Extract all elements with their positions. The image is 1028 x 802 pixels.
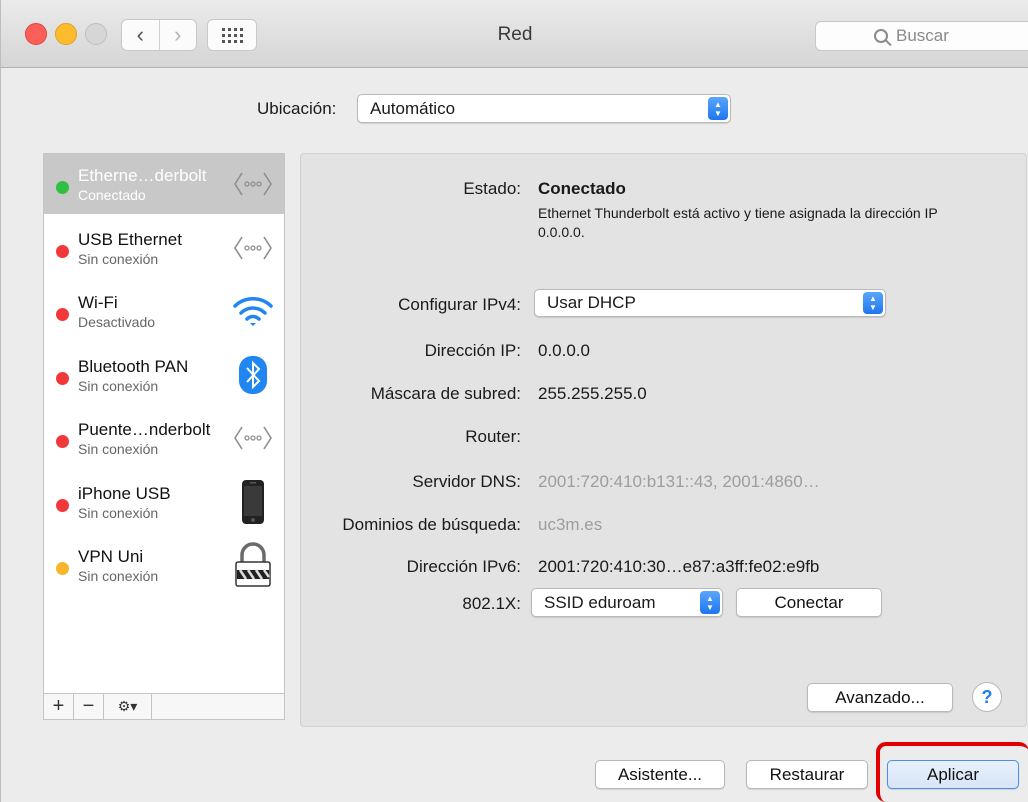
- service-name: VPN Uni: [78, 547, 144, 566]
- service-status: Sin conexión: [78, 504, 159, 521]
- ethernet-icon: [230, 226, 276, 270]
- advanced-button[interactable]: Avanzado...: [807, 683, 953, 712]
- popup-arrows-icon: ▲ ▼: [700, 591, 720, 614]
- network-preferences-window: ‹ › Red Buscar Ubicación: Automático ▲ ▼ …: [0, 0, 1028, 802]
- service-list: Etherne…derbolt Conectado USB Ethernet Sin …: [43, 153, 285, 694]
- service-status: Sin conexión: [78, 377, 159, 394]
- dns-server-value: 2001:720:410:b131::43, 2001:4860…: [538, 472, 820, 491]
- location-popup[interactable]: Automático ▲ ▼: [357, 94, 731, 123]
- service-status: Desactivado: [78, 314, 156, 330]
- subnet-mask-label: Máscara de subred:: [370, 384, 521, 403]
- location-value: Automático: [370, 98, 456, 118]
- service-name: Puente…nderbolt: [78, 420, 211, 439]
- action-menu-button[interactable]: ⚙︎▾: [104, 694, 152, 719]
- location-label: Ubicación:: [257, 99, 337, 118]
- ethernet-icon: [230, 162, 276, 206]
- lock-icon: [230, 542, 276, 587]
- dot1x-label: 802.1X:: [462, 594, 521, 613]
- status-dot: [56, 498, 69, 512]
- gear-icon: ⚙︎▾: [117, 698, 138, 714]
- search-placeholder: Buscar: [896, 26, 949, 45]
- dot1x-popup[interactable]: SSID eduroam ▲ ▼: [531, 588, 723, 617]
- ip-address-label: Dirección IP:: [424, 341, 521, 360]
- popup-arrows-icon: ▲ ▼: [863, 292, 883, 314]
- status-dot: [56, 244, 69, 258]
- revert-button[interactable]: Restaurar: [746, 760, 868, 789]
- ethernet-icon: [230, 416, 276, 460]
- service-status: Conectado: [78, 187, 146, 203]
- ip-address-value: 0.0.0.0: [538, 341, 590, 360]
- assistant-button[interactable]: Asistente...: [595, 760, 725, 789]
- service-status: Sin conexión: [78, 568, 159, 584]
- search-icon: [874, 29, 888, 43]
- service-item[interactable]: Wi-Fi Desactivado: [44, 281, 284, 341]
- plus-icon: +: [52, 695, 65, 717]
- dot1x-value: SSID eduroam: [544, 592, 656, 612]
- service-item[interactable]: Etherne…derbolt Conectado: [44, 154, 284, 214]
- ipv6-address-label: Dirección IPv6:: [406, 557, 521, 576]
- status-dot: [56, 308, 69, 321]
- configure-ipv4-label: Configurar IPv4:: [398, 295, 521, 314]
- service-name: USB Ethernet: [78, 229, 182, 249]
- add-service-button[interactable]: +: [44, 694, 74, 719]
- service-name: Etherne…derbolt: [78, 166, 207, 185]
- service-list-toolbar: + − ⚙︎▾: [43, 694, 285, 720]
- service-item[interactable]: Bluetooth PAN Sin conexión: [44, 345, 284, 405]
- help-button[interactable]: ?: [972, 682, 1002, 712]
- service-name: Wi-Fi: [78, 293, 118, 312]
- status-value: Conectado: [538, 179, 626, 198]
- service-item[interactable]: iPhone USB Sin conexión: [44, 472, 284, 532]
- service-name: iPhone USB: [78, 483, 171, 503]
- iphone-icon: [230, 479, 276, 524]
- configure-ipv4-popup[interactable]: Usar DHCP ▲ ▼: [534, 289, 886, 317]
- status-dot: [56, 181, 69, 194]
- status-dot: [56, 435, 69, 448]
- service-status: Sin conexión: [78, 250, 159, 267]
- wifi-icon: [230, 289, 276, 333]
- title-bar: ‹ › Red Buscar: [1, 0, 1028, 68]
- subnet-mask-value: 255.255.255.0: [538, 384, 647, 403]
- status-label: Estado:: [463, 179, 521, 198]
- status-dot: [56, 371, 69, 385]
- service-item[interactable]: Puente…nderbolt Sin conexión: [44, 408, 284, 468]
- service-item[interactable]: VPN Uni Sin conexión: [44, 535, 284, 595]
- bluetooth-icon: [230, 353, 276, 397]
- search-domains-label: Dominios de búsqueda:: [342, 515, 521, 534]
- connect-button[interactable]: Conectar: [736, 588, 882, 617]
- service-status: Sin conexión: [78, 441, 159, 457]
- apply-highlight-box: [876, 742, 1028, 802]
- remove-service-button[interactable]: −: [74, 694, 104, 719]
- dns-server-label: Servidor DNS:: [412, 472, 521, 491]
- service-name: Bluetooth PAN: [78, 356, 189, 376]
- service-item[interactable]: USB Ethernet Sin conexión: [44, 218, 284, 278]
- popup-arrows-icon: ▲ ▼: [708, 97, 728, 120]
- minus-icon: −: [82, 695, 95, 717]
- router-label: Router:: [465, 427, 521, 446]
- configure-ipv4-value: Usar DHCP: [547, 293, 636, 312]
- status-description: Ethernet Thunderbolt está activo y tiene…: [538, 205, 938, 240]
- search-field[interactable]: Buscar: [815, 21, 1028, 51]
- status-dot: [56, 562, 69, 575]
- ipv6-address-value: 2001:720:410:30…e87:a3ff:fe02:e9fb: [538, 557, 820, 576]
- search-domains-value: uc3m.es: [538, 515, 603, 534]
